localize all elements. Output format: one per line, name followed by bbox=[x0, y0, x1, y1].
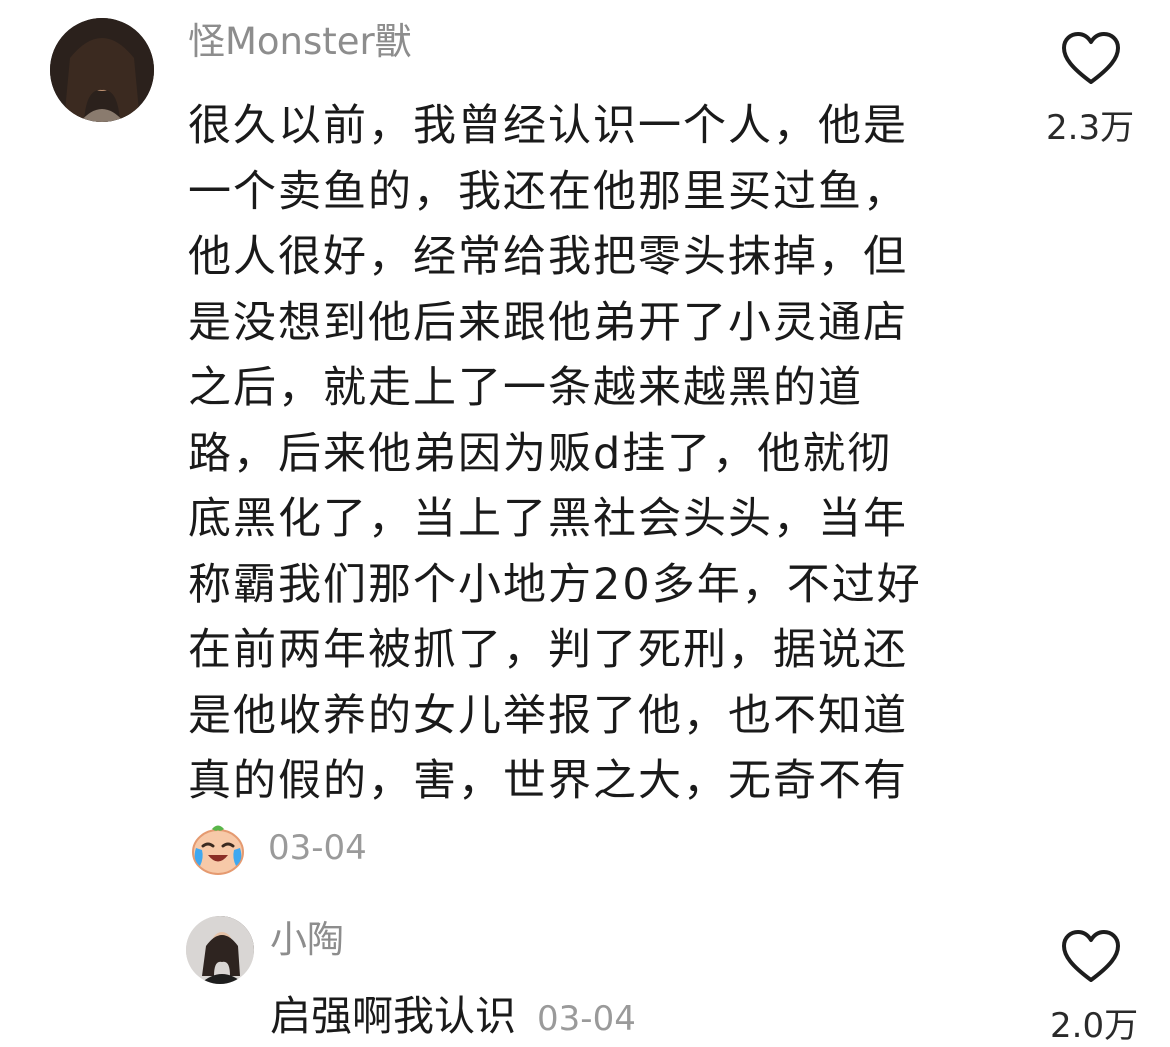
comment-text-line: 之后，就走上了一条越来越黑的道 bbox=[188, 363, 863, 413]
reply-date: 03-04 bbox=[537, 999, 636, 1039]
heart-outline-icon[interactable] bbox=[1060, 928, 1122, 984]
comment-text-line: 他人很好，经常给我把零头抹掉，但 bbox=[188, 232, 908, 282]
reply-username[interactable]: 小陶 bbox=[270, 918, 344, 962]
comment-meta: 03-04 bbox=[190, 816, 367, 880]
heart-outline-icon[interactable] bbox=[1060, 30, 1122, 86]
comment-text-line: 很久以前，我曾经认识一个人，他是 bbox=[188, 101, 908, 151]
reply-like-count: 2.0万 bbox=[1050, 1006, 1139, 1046]
comment-text-line: 是他收养的女儿举报了他，也不知道 bbox=[188, 690, 908, 741]
comment-date: 03-04 bbox=[268, 828, 367, 868]
reply-text: 启强啊我认识 bbox=[270, 992, 516, 1040]
avatar[interactable] bbox=[50, 18, 154, 122]
like-count: 2.3万 bbox=[1046, 108, 1135, 148]
comment-text-line: 真的假的，害，世界之大，无奇不有 bbox=[188, 756, 908, 806]
reply-avatar[interactable] bbox=[186, 916, 254, 984]
comment-text-line: 一个卖鱼的，我还在他那里买过鱼， bbox=[188, 166, 908, 217]
comment-text-line: 底黑化了，当上了黑社会头头，当年 bbox=[188, 494, 908, 544]
username[interactable]: 怪Monster獸 bbox=[188, 20, 412, 64]
comment-text: 很久以前，我曾经认识一个人，他是 一个卖鱼的，我还在他那里买过鱼， 他人很好，经… bbox=[188, 94, 1000, 815]
crying-laughing-face-icon bbox=[192, 825, 244, 875]
comment-text-line: 是没想到他后来跟他弟开了小灵通店 bbox=[188, 297, 908, 348]
comment-text-line: 称霸我们那个小地方20多年，不过好 bbox=[188, 559, 922, 610]
comment-text-line: 路，后来他弟因为贩d挂了，他就彻 bbox=[188, 428, 893, 479]
reply-row: 启强啊我认识 03-04 bbox=[270, 988, 636, 1047]
comment-text-line: 在前两年被抓了，判了死刑，据说还 bbox=[188, 625, 908, 675]
